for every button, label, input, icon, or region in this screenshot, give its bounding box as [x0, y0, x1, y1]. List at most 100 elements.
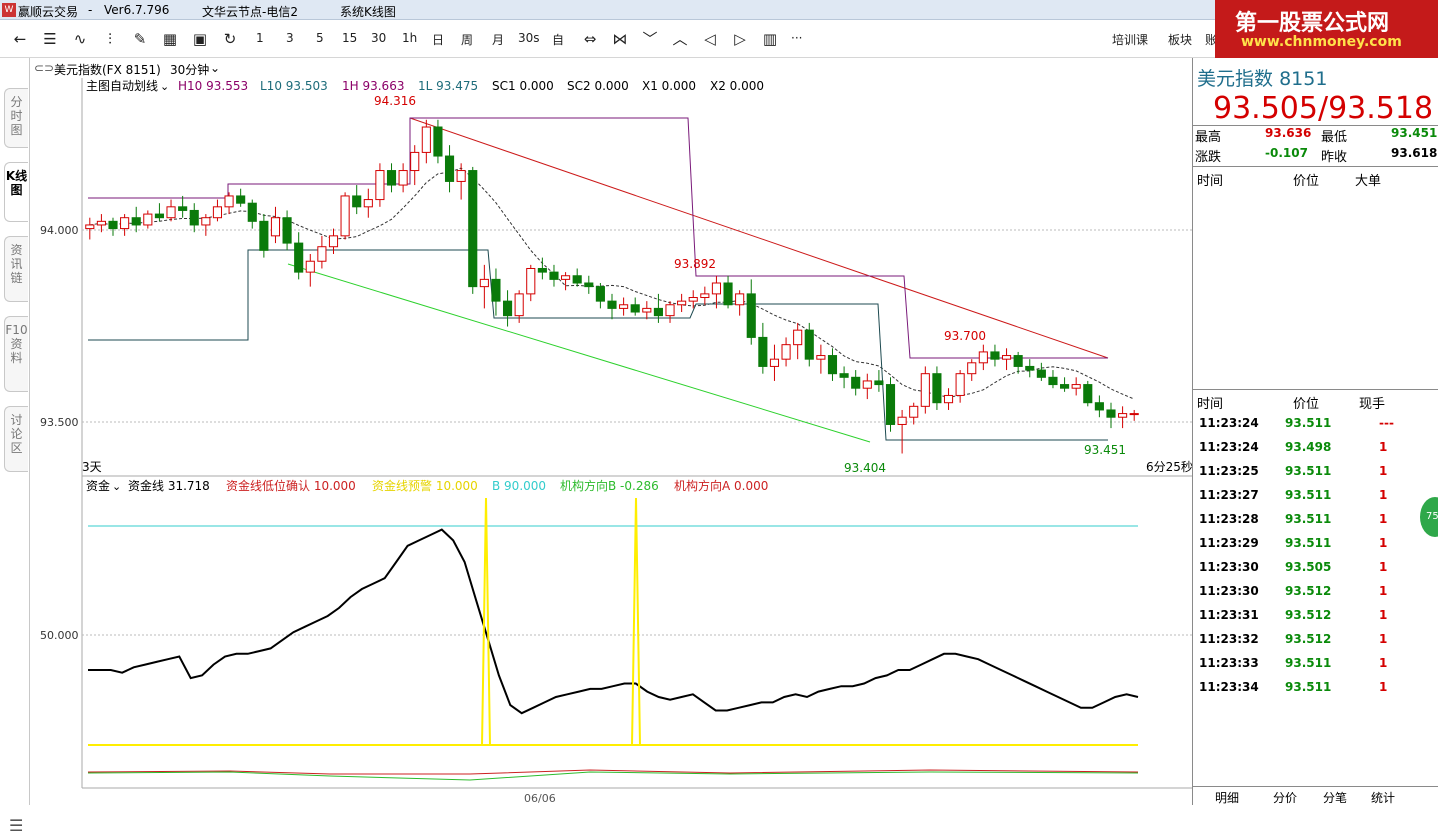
tab-news[interactable]: 资讯链: [4, 236, 28, 302]
low-label-1: 93.404: [844, 461, 886, 475]
tick-price: 93.512: [1285, 632, 1332, 646]
period-1[interactable]: 1: [256, 31, 264, 45]
dir-b-line: [87, 771, 1139, 781]
tick-volume: 1: [1379, 512, 1388, 526]
prev-icon[interactable]: ◁: [698, 28, 722, 50]
h10-label: H10 93.553: [178, 79, 248, 93]
period-30[interactable]: 30: [371, 31, 386, 45]
chevron-up-icon[interactable]: ︿: [668, 28, 692, 50]
period-5[interactable]: 5: [316, 31, 324, 45]
period-week[interactable]: 周: [461, 31, 473, 48]
chevron-down-icon[interactable]: ⌄: [160, 80, 169, 93]
candle-body: [1094, 402, 1104, 411]
resistance-trendline: [409, 117, 1109, 359]
draw-icon[interactable]: ✎: [128, 28, 152, 50]
tick-price: 93.511: [1285, 512, 1332, 526]
chevron-down-icon[interactable]: ﹀: [638, 28, 662, 50]
zoom-in-icon[interactable]: ⋈: [608, 28, 632, 50]
tick-time: 11:23:31: [1199, 608, 1259, 622]
candle-body: [735, 293, 745, 306]
tick-price: 93.511: [1285, 488, 1332, 502]
candle-body: [943, 394, 954, 404]
y-tick-93500: 93.500: [40, 416, 79, 429]
sector-link[interactable]: 板块: [1168, 31, 1192, 48]
low-label: 最低: [1321, 130, 1348, 145]
tick-time: 11:23:33: [1199, 656, 1259, 670]
chart-area[interactable]: ⊂⊃ 美元指数(FX 8151) 30分钟 ⌄ 主图自动划线 ⌄ H10 93.…: [30, 58, 1192, 805]
tick-price: 93.512: [1285, 584, 1332, 598]
tab-f10[interactable]: F10资料: [4, 316, 28, 392]
candle-body: [131, 217, 141, 226]
candle-body: [433, 126, 443, 157]
dir-a-label: 机构方向A 0.000: [674, 478, 768, 493]
candle-body: [386, 170, 397, 186]
sc2-label: SC2 0.000: [567, 79, 629, 93]
watermark-title: 第一股票公式网: [1235, 11, 1390, 36]
tick-price: 93.511: [1285, 416, 1332, 430]
menu-list-icon[interactable]: ☰: [9, 816, 23, 835]
period-day[interactable]: 日: [432, 31, 444, 48]
period-3[interactable]: 3: [286, 31, 294, 45]
quote-panel: 美元指数 8151 93.505/93.518 最高 93.636 最低 93.…: [1192, 58, 1438, 805]
tick-time: 11:23:34: [1199, 680, 1259, 694]
list-icon[interactable]: ☰: [38, 28, 62, 50]
candle-body: [781, 344, 791, 360]
candle-body: [85, 224, 95, 230]
tab-tick[interactable]: 分笔: [1323, 789, 1347, 806]
save-icon[interactable]: ▣: [188, 28, 212, 50]
tab-kline[interactable]: K线图: [4, 162, 28, 222]
indicator-select[interactable]: 主图自动划线: [86, 79, 158, 93]
tab-timeshare[interactable]: 分时图: [4, 88, 28, 148]
candle-body: [491, 278, 501, 302]
sub-indicator-select[interactable]: 资金: [86, 478, 110, 493]
period-15[interactable]: 15: [342, 31, 357, 45]
candle-body: [816, 355, 826, 360]
more-button[interactable]: ···: [791, 31, 802, 45]
candle-body: [909, 405, 919, 418]
candle-body: [630, 304, 640, 313]
tab-discussion[interactable]: 讨论区: [4, 406, 28, 472]
server-name: 文华云节点-电信2: [202, 5, 298, 19]
candle-body: [1001, 355, 1012, 360]
tab-price-dist[interactable]: 分价: [1273, 789, 1297, 806]
candle-icon[interactable]: ⫶: [98, 28, 122, 50]
chart-svg[interactable]: 主图自动划线 ⌄ H10 93.553 L10 93.503 1H 93.663…: [30, 58, 1192, 805]
period-custom[interactable]: 自: [552, 31, 564, 48]
watermark-logo: 第一股票公式网 www.chnmoney.com: [1215, 0, 1438, 58]
tick-volume: 1: [1379, 584, 1388, 598]
period-month[interactable]: 月: [492, 31, 504, 48]
tick-time-header: 时间: [1197, 397, 1224, 412]
big-order-price-header: 价位: [1293, 174, 1320, 189]
quote-name: 美元指数 8151: [1197, 68, 1328, 90]
high-step-line: [88, 117, 1108, 359]
back-arrow-icon[interactable]: ←: [8, 28, 32, 50]
y-tick-94000: 94.000: [40, 224, 79, 237]
warn-spike: [481, 497, 491, 746]
candle-body: [990, 351, 1000, 360]
candle-body: [1025, 365, 1035, 371]
tab-stats[interactable]: 统计: [1371, 789, 1395, 806]
low-step-line: [88, 249, 1108, 441]
refresh-icon[interactable]: ↻: [218, 28, 242, 50]
candle-body: [885, 384, 896, 425]
candle-body: [1129, 413, 1139, 416]
zoom-out-icon[interactable]: ⇔: [578, 28, 602, 50]
x1-label: X1 0.000: [642, 79, 696, 93]
trend-icon[interactable]: ∿: [68, 28, 92, 50]
left-tab-strip: 分时图 K线图 资讯链 F10资料 讨论区 ☰: [0, 58, 30, 835]
chevron-down-icon[interactable]: ⌄: [112, 480, 121, 493]
tab-detail[interactable]: 明细: [1215, 789, 1239, 806]
candle-body: [178, 206, 188, 211]
training-link[interactable]: 培训课: [1112, 31, 1148, 48]
candle-body: [340, 195, 350, 237]
tick-time: 11:23:29: [1199, 536, 1259, 550]
grid-icon[interactable]: ▦: [158, 28, 182, 50]
period-30s[interactable]: 30s: [518, 31, 540, 45]
candle-body: [410, 151, 420, 172]
overlay-lines: [88, 117, 1135, 443]
layout-icon[interactable]: ▥: [758, 28, 782, 50]
period-1h[interactable]: 1h: [402, 31, 417, 45]
next-icon[interactable]: ▷: [728, 28, 752, 50]
candle-body: [549, 271, 559, 280]
high-label-3: 93.700: [944, 329, 986, 343]
